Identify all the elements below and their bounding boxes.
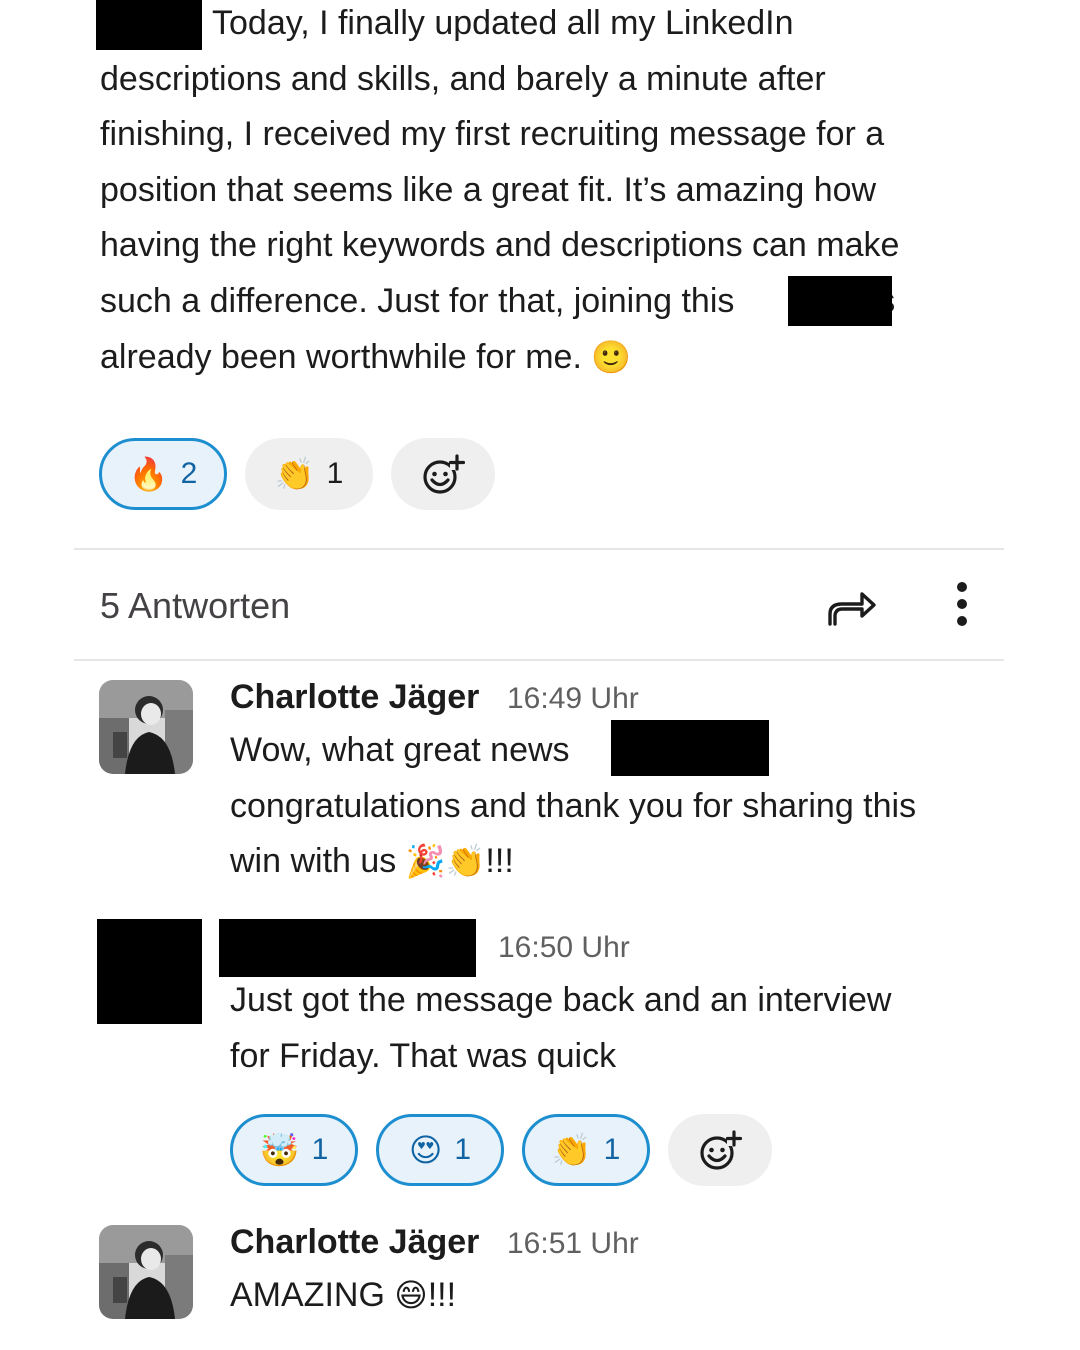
post-message: Today, I finally updated all my LinkedIn… [100, 0, 899, 385]
add-reaction-button[interactable] [391, 438, 495, 510]
reply-line: congratulations and thank you for sharin… [230, 786, 917, 825]
reply-message: AMAZING 😄!!! [230, 1268, 456, 1324]
add-reaction-button[interactable] [668, 1114, 772, 1186]
reaction-count: 1 [454, 1133, 472, 1166]
timestamp[interactable]: 16:50 Uhr [498, 931, 630, 965]
more-vertical-icon[interactable] [944, 580, 980, 630]
redacted-group-name [788, 276, 892, 326]
reaction-count: 1 [311, 1133, 329, 1166]
slightly-smiling-emoji: 🙂 [591, 337, 632, 376]
reaction-clap[interactable]: 👏 1 [522, 1114, 650, 1186]
reaction-clap[interactable]: 👏 1 [245, 438, 373, 510]
reaction-fire[interactable]: 🔥 2 [99, 438, 227, 510]
replies-count: 5 Antworten [100, 585, 291, 626]
reply-suffix: !!! [427, 1276, 457, 1314]
clap-emoji: 👏 [445, 842, 486, 881]
reaction-count: 1 [603, 1133, 621, 1166]
heart-eyes-emoji: 😍 [408, 1131, 443, 1169]
reply-line-part: win with us [230, 842, 397, 881]
reaction-exploding-head[interactable]: 🤯 1 [230, 1114, 358, 1186]
add-reaction-icon [700, 1130, 742, 1170]
timestamp[interactable]: 16:51 Uhr [507, 1227, 639, 1261]
avatar[interactable] [99, 680, 193, 774]
clap-emoji: 👏 [551, 1131, 592, 1169]
post-line-part: such a difference. Just for that, joinin… [100, 281, 735, 320]
reply-line-part: AMAZING [230, 1276, 385, 1314]
divider [74, 548, 1004, 550]
redacted-author-name [219, 919, 476, 977]
clap-emoji: 👏 [274, 455, 315, 493]
author-name[interactable]: Charlotte Jäger [230, 1223, 479, 1262]
reply-line: Wow, what great news [230, 731, 570, 769]
author-name[interactable]: Charlotte Jäger [230, 678, 479, 717]
reply-line: AMAZING 😄!!! [230, 1268, 456, 1324]
add-reaction-icon [423, 454, 465, 494]
post-line-part: already been worthwhile for me. [100, 337, 582, 376]
post-line: already been worthwhile for me. 🙂 [100, 330, 899, 386]
post-line: finishing, I received my first recruitin… [100, 115, 885, 154]
avatar[interactable] [99, 1225, 193, 1319]
thread-view: Today, I finally updated all my LinkedIn… [0, 0, 1080, 1350]
post-line: Today, I finally updated all my LinkedIn [212, 4, 794, 42]
post-line: descriptions and skills, and barely a mi… [100, 59, 826, 98]
reply-message: Just got the message back and an intervi… [230, 973, 892, 1084]
exploding-head-emoji: 🤯 [259, 1131, 300, 1169]
reply-reactions: 🤯 1 😍 1 👏 1 [230, 1114, 772, 1186]
reply-suffix: !!! [485, 842, 514, 881]
reply-line: for Friday. That was quick [230, 1036, 617, 1075]
redacted-avatar [97, 919, 202, 1024]
reaction-count: 1 [326, 457, 344, 490]
redacted-name [611, 720, 769, 776]
reply-message: Wow, what great news congratulations and… [230, 723, 916, 890]
divider [74, 659, 1004, 661]
post-reactions: 🔥 2 👏 1 [99, 438, 495, 510]
reply-line: Just got the message back and an intervi… [230, 981, 892, 1019]
reaction-count: 2 [180, 457, 198, 490]
post-line: such a difference. Just for that, joinin… [100, 274, 899, 330]
fire-emoji: 🔥 [128, 455, 169, 493]
grinning-emoji: 😄 [394, 1276, 428, 1314]
post-line: position that seems like a great fit. It… [100, 170, 877, 209]
reaction-heart-eyes[interactable]: 😍 1 [376, 1114, 504, 1186]
share-arrow-icon[interactable] [824, 580, 878, 630]
reply-line: win with us 🎉👏!!! [230, 834, 916, 890]
party-popper-emoji: 🎉 [405, 842, 446, 881]
timestamp[interactable]: 16:49 Uhr [507, 682, 639, 716]
post-line: having the right keywords and descriptio… [100, 226, 900, 265]
